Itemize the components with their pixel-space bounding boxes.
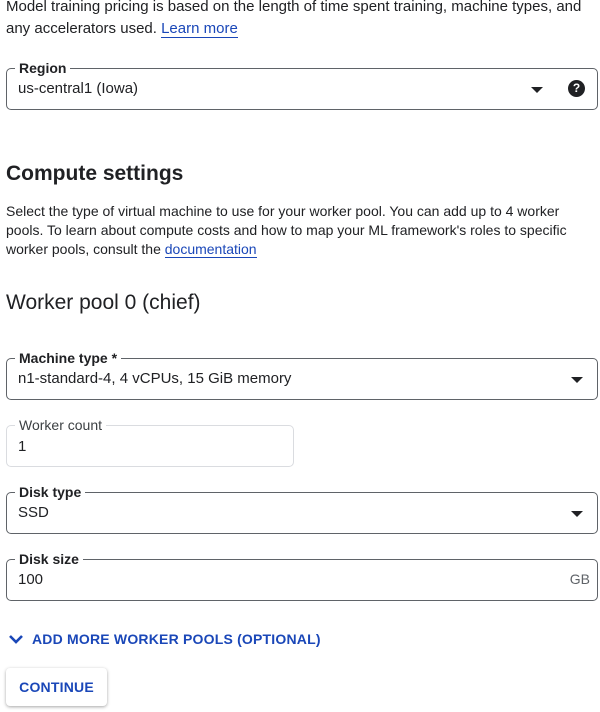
compute-description-text: Select the type of virtual machine to us… (6, 203, 567, 257)
documentation-link[interactable]: documentation (164, 241, 257, 258)
disk-size-value: 100 (18, 571, 44, 588)
disk-size-input[interactable]: Disk size 100 GB (6, 550, 598, 601)
disk-size-label: Disk size (15, 550, 83, 568)
disk-type-label: Disk type (15, 483, 86, 501)
compute-settings-description: Select the type of virtual machine to us… (6, 202, 600, 259)
pricing-intro: Model training pricing is based on the l… (6, 0, 596, 40)
help-icon[interactable]: ? (568, 80, 585, 97)
region-label: Region (15, 59, 71, 77)
machine-type-label: Machine type * (15, 349, 122, 367)
pricing-intro-text: Model training pricing is based on the l… (6, 0, 582, 37)
worker-pool-title: Worker pool 0 (chief) (6, 291, 201, 314)
disk-size-unit: GB (569, 571, 590, 587)
disk-type-value: SSD (18, 504, 49, 521)
worker-count-input[interactable]: Worker count 1 (6, 416, 294, 467)
dropdown-arrow-icon[interactable] (531, 87, 543, 93)
worker-count-label: Worker count (15, 416, 106, 434)
add-more-worker-pools-toggle[interactable]: ADD MORE WORKER POOLS (OPTIONAL) (8, 631, 321, 647)
machine-type-select[interactable]: Machine type * n1-standard-4, 4 vCPUs, 1… (6, 349, 598, 400)
worker-count-value: 1 (18, 438, 27, 455)
continue-button[interactable]: CONTINUE (6, 668, 107, 706)
chevron-down-icon (9, 635, 23, 644)
machine-type-value: n1-standard-4, 4 vCPUs, 15 GiB memory (18, 370, 292, 387)
disk-type-select[interactable]: Disk type SSD (6, 483, 598, 534)
add-more-label: ADD MORE WORKER POOLS (OPTIONAL) (32, 631, 321, 647)
dropdown-arrow-icon[interactable] (571, 511, 583, 517)
learn-more-link[interactable]: Learn more (161, 20, 238, 38)
compute-settings-title: Compute settings (6, 162, 184, 185)
region-select[interactable]: Region us-central1 (Iowa) ? (6, 59, 598, 110)
dropdown-arrow-icon[interactable] (571, 377, 583, 383)
region-value: us-central1 (Iowa) (18, 80, 139, 97)
